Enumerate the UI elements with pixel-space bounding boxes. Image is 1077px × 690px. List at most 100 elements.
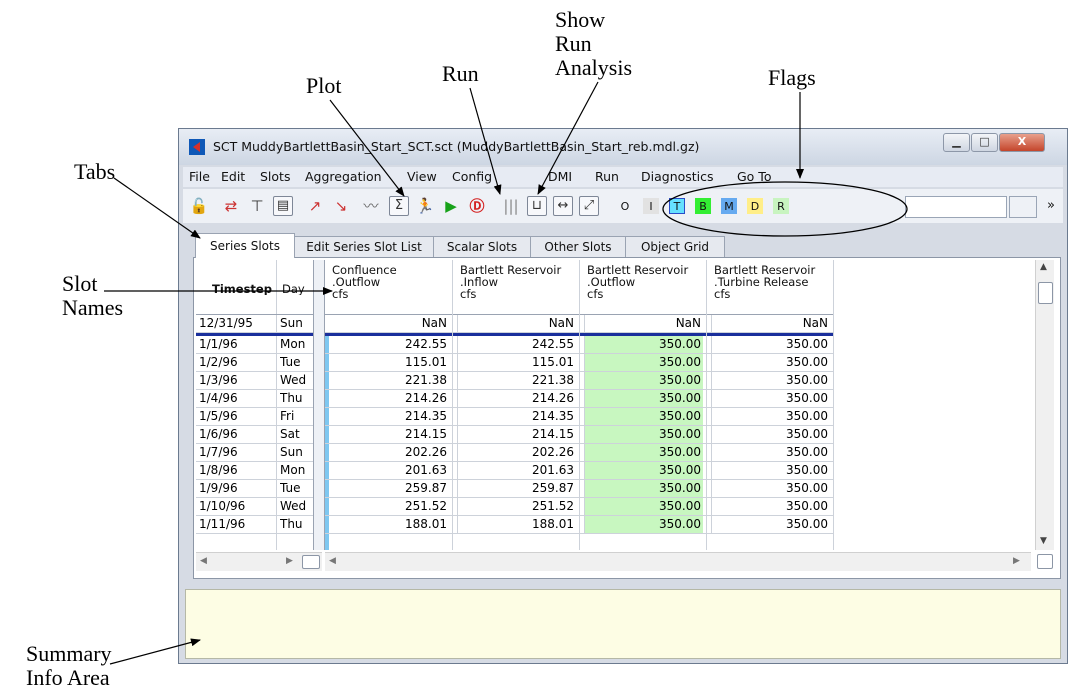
slot-name-header[interactable]: Bartlett Reservoir .Turbine Release cfs — [706, 260, 833, 313]
value-cell[interactable]: 350.00 — [584, 444, 703, 461]
timestep-header[interactable]: Timestep — [212, 283, 274, 295]
timestep-cell[interactable]: 1/4/96 — [199, 390, 274, 407]
value-cell[interactable]: 350.00 — [584, 372, 703, 389]
value-cell[interactable]: 350.00 — [584, 462, 703, 479]
tab-other-slots[interactable]: Other Slots — [530, 236, 626, 257]
expand-all-icon[interactable]: ⤢ — [579, 196, 599, 216]
value-cell[interactable]: 214.35 — [330, 408, 449, 425]
expand-width-icon[interactable]: ↔ — [553, 196, 573, 216]
value-cell[interactable]: 350.00 — [711, 444, 830, 461]
value-cell[interactable]: 242.55 — [330, 336, 449, 353]
value-cell[interactable]: NaN — [584, 315, 703, 332]
value-cell[interactable]: 350.00 — [584, 408, 703, 425]
day-cell[interactable]: Thu — [280, 390, 310, 407]
scroll-right-arrow-icon[interactable]: ▶ — [286, 556, 293, 566]
data-hscrollbar[interactable]: ◀ ▶ — [325, 552, 1031, 571]
run-icon[interactable]: ▶ — [441, 196, 461, 216]
scroll-down-arrow-icon[interactable]: ▼ — [1040, 536, 1047, 546]
flag-target[interactable]: T — [669, 198, 685, 214]
column-separator-icon[interactable]: ||| — [501, 196, 521, 216]
plot-icon[interactable]: 〰 — [361, 196, 381, 216]
data-scroll-left-arrow-icon[interactable]: ◀ — [329, 556, 336, 566]
value-cell[interactable]: 202.26 — [330, 444, 449, 461]
scrollbar-thumb[interactable] — [1038, 282, 1053, 304]
run-runner-icon[interactable]: 🏃 — [415, 196, 435, 216]
day-cell[interactable]: Wed — [280, 498, 310, 515]
value-cell[interactable]: 259.87 — [330, 480, 449, 497]
value-cell[interactable]: 201.63 — [457, 462, 576, 479]
timestep-cell[interactable]: 1/1/96 — [199, 336, 274, 353]
timestep-cell[interactable]: 12/31/95 — [199, 315, 274, 332]
value-cell[interactable]: 251.52 — [330, 498, 449, 515]
slot-name-header[interactable]: Bartlett Reservoir .Outflow cfs — [579, 260, 706, 313]
value-cell[interactable]: 350.00 — [584, 390, 703, 407]
expand-down-icon[interactable]: ⊔ — [527, 196, 547, 216]
tab-series-slots[interactable]: Series Slots — [195, 233, 295, 258]
remove-slot-icon[interactable]: ↘ — [331, 196, 351, 216]
value-cell[interactable]: 214.26 — [457, 390, 576, 407]
timestep-cell[interactable]: 1/10/96 — [199, 498, 274, 515]
value-cell[interactable]: 350.00 — [711, 372, 830, 389]
value-cell[interactable]: 350.00 — [711, 480, 830, 497]
run-analysis-icon[interactable]: Ⓓ — [467, 196, 487, 216]
timestep-cell[interactable]: 1/2/96 — [199, 354, 274, 371]
day-cell[interactable]: Sun — [280, 444, 310, 461]
value-cell[interactable]: 350.00 — [584, 498, 703, 515]
flag-drift[interactable]: D — [747, 198, 763, 214]
value-cell[interactable]: 350.00 — [584, 354, 703, 371]
value-entry-field[interactable] — [905, 196, 1007, 218]
menu-slots[interactable]: Slots — [260, 169, 290, 184]
timestep-cell[interactable]: 1/6/96 — [199, 426, 274, 443]
value-cell[interactable]: NaN — [457, 315, 576, 332]
stats-icon[interactable]: Σ — [389, 196, 409, 216]
menu-run[interactable]: Run — [595, 169, 619, 184]
value-cell[interactable]: 221.38 — [457, 372, 576, 389]
menu-diagnostics[interactable]: Diagnostics — [641, 169, 714, 184]
value-cell[interactable]: 188.01 — [457, 516, 576, 533]
value-cell[interactable]: 115.01 — [330, 354, 449, 371]
flag-max[interactable]: M — [721, 198, 737, 214]
value-cell[interactable]: 115.01 — [457, 354, 576, 371]
value-cell[interactable]: 350.00 — [711, 408, 830, 425]
maximize-button[interactable]: □ — [971, 133, 998, 152]
value-cell[interactable]: 214.15 — [330, 426, 449, 443]
value-cell[interactable]: 350.00 — [584, 336, 703, 353]
value-cell[interactable]: 214.35 — [457, 408, 576, 425]
flag-output[interactable]: O — [617, 198, 633, 214]
value-cell[interactable]: 350.00 — [711, 462, 830, 479]
menu-dmi[interactable]: DMI — [548, 169, 572, 184]
value-cell[interactable]: 350.00 — [711, 498, 830, 515]
day-cell[interactable]: Thu — [280, 516, 310, 533]
timestep-cell[interactable]: 1/11/96 — [199, 516, 274, 533]
day-header[interactable]: Day — [282, 283, 308, 295]
day-cell[interactable]: Mon — [280, 336, 310, 353]
close-button[interactable]: X — [999, 133, 1045, 152]
menu-goto[interactable]: Go To — [737, 169, 771, 184]
day-cell[interactable]: Mon — [280, 462, 310, 479]
menu-aggregation[interactable]: Aggregation — [305, 169, 382, 184]
value-cell[interactable]: 214.15 — [457, 426, 576, 443]
tab-edit-series-slot-list[interactable]: Edit Series Slot List — [294, 236, 434, 257]
value-cell[interactable]: 350.00 — [711, 354, 830, 371]
value-cell[interactable]: 201.63 — [330, 462, 449, 479]
flag-best[interactable]: B — [695, 198, 711, 214]
value-cell[interactable]: 251.52 — [457, 498, 576, 515]
slot-name-header[interactable]: Confluence .Outflow cfs — [325, 260, 452, 313]
timestep-cell[interactable]: 1/5/96 — [199, 408, 274, 425]
vertical-scrollbar[interactable]: ▲ ▼ — [1035, 260, 1054, 550]
value-cell[interactable]: 350.00 — [711, 390, 830, 407]
row-header-hscrollbar[interactable]: ◀ ▶ — [196, 552, 322, 571]
value-cell[interactable]: 350.00 — [711, 426, 830, 443]
timestep-cell[interactable]: 1/9/96 — [199, 480, 274, 497]
value-cell[interactable]: 259.87 — [457, 480, 576, 497]
flag-input[interactable]: I — [643, 198, 659, 214]
scroll-up-arrow-icon[interactable]: ▲ — [1040, 262, 1047, 272]
value-cell[interactable]: 350.00 — [584, 480, 703, 497]
tab-object-grid[interactable]: Object Grid — [625, 236, 725, 257]
menu-config[interactable]: Config — [452, 169, 492, 184]
minimize-button[interactable]: ▁ — [943, 133, 970, 152]
slot-name-header[interactable]: Bartlett Reservoir .Inflow cfs — [452, 260, 579, 313]
tab-scalar-slots[interactable]: Scalar Slots — [433, 236, 531, 257]
day-cell[interactable]: Sun — [280, 315, 310, 332]
unlock-icon[interactable]: 🔓 — [189, 196, 209, 216]
